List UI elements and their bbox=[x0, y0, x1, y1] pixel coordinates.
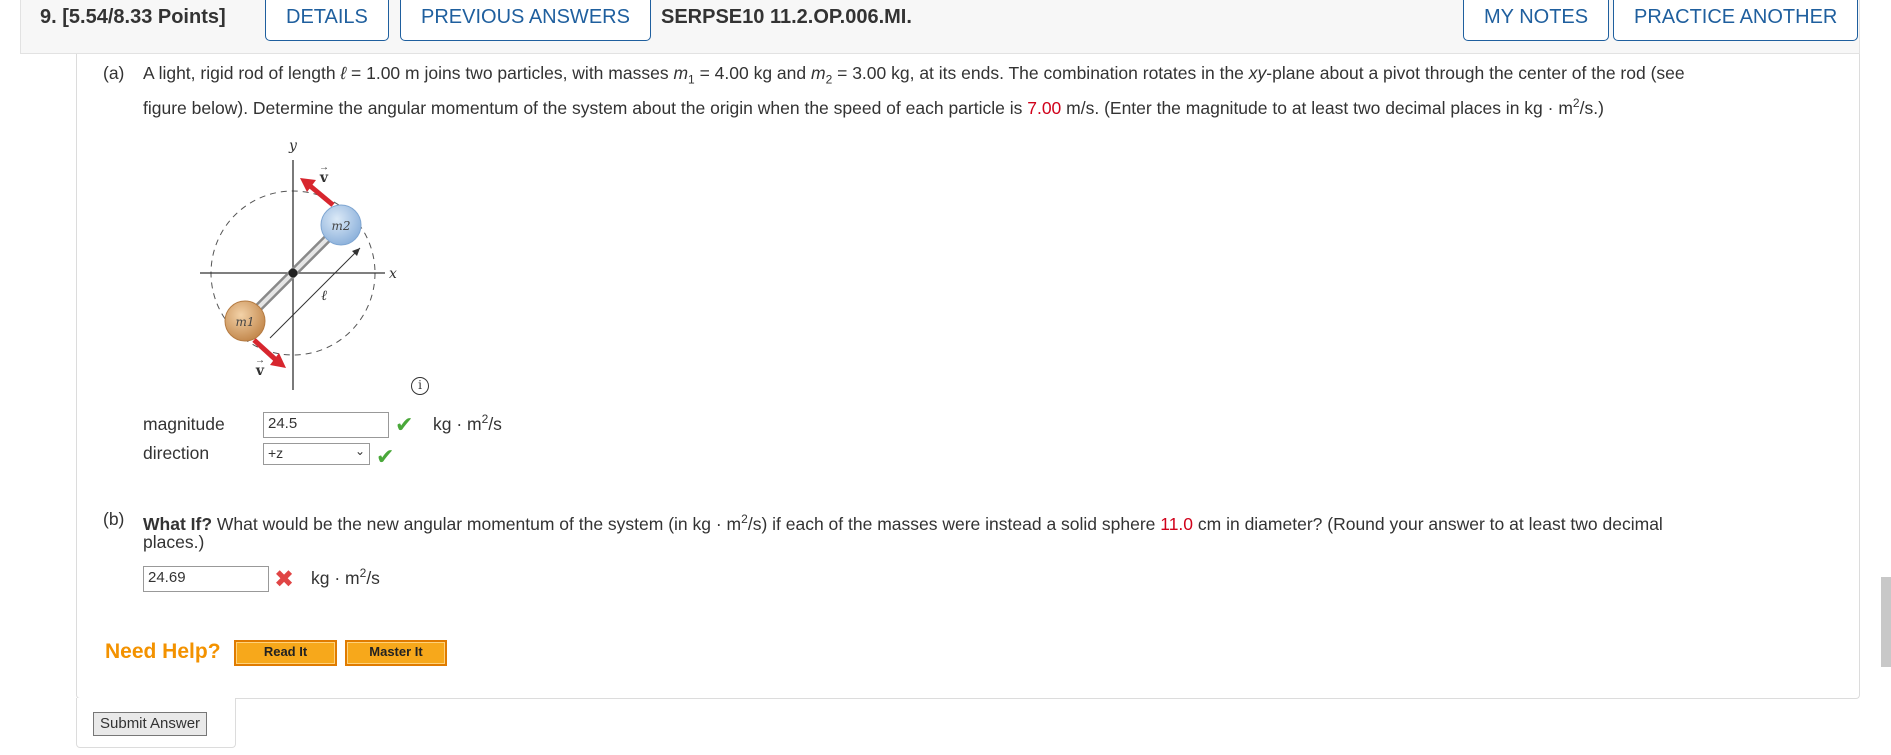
length-label: ℓ bbox=[321, 288, 327, 304]
previous-answers-button[interactable]: PREVIOUS ANSWERS bbox=[400, 0, 651, 41]
pivot bbox=[288, 268, 298, 278]
magnitude-input[interactable]: 24.5 bbox=[263, 412, 389, 438]
chevron-down-icon: ⌄ bbox=[354, 444, 365, 458]
text: /s.) bbox=[1579, 97, 1604, 118]
text: = 3.00 kg, at its ends. The combination … bbox=[832, 63, 1249, 83]
part-b-question-line2: places.) bbox=[143, 532, 205, 552]
mass-symbol: m bbox=[810, 63, 826, 83]
unit-text: /s bbox=[488, 413, 502, 434]
part-b-marker: (b) bbox=[103, 509, 125, 529]
unit-text: kg · m bbox=[433, 413, 482, 434]
text: /s) if each of the masses were instead a… bbox=[747, 513, 1161, 534]
length-dimension-line bbox=[269, 247, 361, 339]
correct-check-icon: ✔ bbox=[395, 412, 414, 437]
text: A light, rigid rod of length bbox=[143, 63, 341, 83]
velocity-arrow-m2 bbox=[307, 183, 335, 207]
direction-select[interactable]: +z ⌄ bbox=[263, 443, 370, 465]
superscript: 2 bbox=[1572, 96, 1580, 110]
submit-answer-button[interactable]: Submit Answer bbox=[93, 712, 208, 736]
m1-label: m1 bbox=[235, 315, 254, 329]
details-button[interactable]: DETAILS bbox=[265, 0, 389, 41]
unit-text: kg · m bbox=[311, 567, 360, 588]
info-icon[interactable]: i bbox=[411, 377, 429, 395]
rotating-rod-figure: y x v → v → m1 m2 ℓ bbox=[200, 138, 397, 390]
speed-value: 7.00 bbox=[1027, 97, 1062, 118]
part-b-question-line1: What If? What would be the new angular m… bbox=[143, 504, 1663, 539]
superscript: 2 bbox=[741, 512, 748, 526]
question-number: 9. [5.54/8.33 Points] bbox=[40, 6, 226, 29]
part-a-question-line2: figure below). Determine the angular mom… bbox=[143, 88, 1604, 123]
unit-text: /s bbox=[366, 567, 380, 588]
question-header: 9. [5.54/8.33 Points] DETAILS PREVIOUS A… bbox=[20, 0, 1860, 54]
question-code: SERPSE10 11.2.OP.006.MI. bbox=[661, 6, 912, 28]
text: -plane about a pivot through the center … bbox=[1266, 63, 1685, 83]
need-help-title: Need Help? bbox=[105, 640, 221, 663]
subscript: 1 bbox=[688, 72, 695, 87]
magnitude-label: magnitude bbox=[143, 414, 225, 434]
text: = 4.00 kg and bbox=[694, 63, 811, 83]
direction-label: direction bbox=[143, 443, 210, 463]
direction-selected-value: +z bbox=[268, 445, 284, 461]
scrollbar-thumb[interactable] bbox=[1881, 577, 1891, 667]
diameter-value: 11.0 bbox=[1160, 513, 1194, 534]
practice-another-button[interactable]: PRACTICE ANOTHER bbox=[1613, 0, 1859, 41]
read-it-button[interactable]: Read It bbox=[234, 640, 337, 666]
text: = 1.00 m joins two particles, with masse… bbox=[346, 63, 674, 83]
vector-mark-bottom: → bbox=[255, 355, 265, 366]
question-points: [5.54/8.33 Points] bbox=[62, 6, 226, 28]
incorrect-cross-icon: ✖ bbox=[274, 566, 295, 593]
part-b-unit: kg · m2/s bbox=[311, 566, 380, 589]
part-a-marker: (a) bbox=[103, 63, 125, 83]
plane-symbol: xy bbox=[1248, 63, 1267, 83]
text: figure below). Determine the angular mom… bbox=[143, 97, 1028, 118]
my-notes-button[interactable]: MY NOTES bbox=[1463, 0, 1610, 41]
m2-label: m2 bbox=[331, 219, 350, 233]
text: What would be the new angular momentum o… bbox=[212, 513, 742, 534]
magnitude-unit: kg · m2/s bbox=[433, 412, 502, 435]
mass-symbol: m bbox=[673, 63, 689, 83]
y-axis-label: y bbox=[288, 138, 298, 154]
text: m/s. (Enter the magnitude to at least tw… bbox=[1061, 97, 1573, 118]
correct-check-icon: ✔ bbox=[376, 444, 395, 469]
vector-mark-top: → bbox=[319, 162, 329, 173]
x-axis-label: x bbox=[389, 266, 397, 282]
question-index: 9. bbox=[40, 6, 57, 28]
text: cm in diameter? (Round your answer to at… bbox=[1193, 513, 1663, 534]
part-b-answer-input[interactable]: 24.69 bbox=[143, 566, 269, 592]
master-it-button[interactable]: Master It bbox=[345, 640, 447, 666]
